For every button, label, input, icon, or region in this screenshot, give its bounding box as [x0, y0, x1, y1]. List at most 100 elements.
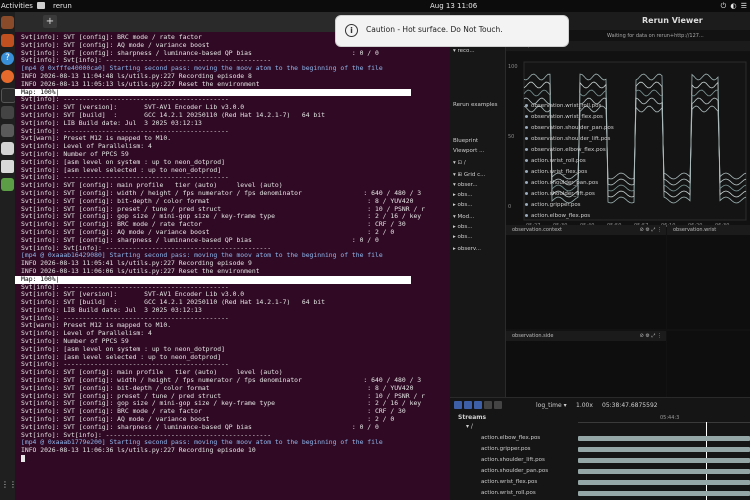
terminal-line: Svt[warn]: Preset M12 is mapped to M10. [21, 322, 172, 330]
y-tick-label: 100 [508, 64, 518, 70]
trash-icon[interactable] [1, 178, 14, 191]
new-tab-button[interactable]: + [43, 15, 57, 28]
stream-item[interactable]: action.gripper.pos [481, 446, 531, 452]
terminal-output: Svt[info]: SVT [config]: BRC mode / rate… [15, 34, 446, 463]
context-view-header[interactable]: observation.context ⊘ ⚙ ⤢ ⋮ [506, 225, 666, 235]
timeline-ruler [578, 422, 750, 423]
terminal-line: Svt[info]: SVT [config]: gop size / mini… [21, 400, 422, 408]
legend-item[interactable]: observation.shoulder_pan.pos [525, 125, 625, 131]
terminal-line: Svt[info]: SVT [config]: BRC mode / rate… [21, 221, 406, 229]
app-icon-3[interactable] [1, 160, 14, 173]
side-view-header[interactable]: observation.side ⊘ ⚙ ⤢ ⋮ [506, 331, 666, 341]
stream-item[interactable]: action.wrist_flex.pos [481, 479, 537, 485]
terminal-line: Svt[info]: Level of Parallelism: 4 [21, 330, 152, 338]
streams-root[interactable]: ▾ / [466, 423, 473, 430]
terminal-line: [mp4 @ 0xfffe40000ca0] Starting second p… [21, 65, 383, 73]
timeline-selector[interactable]: log_time ▾ [536, 402, 567, 409]
legend-item[interactable]: observation.elbow_flex.pos [525, 147, 625, 153]
editor-icon[interactable] [1, 106, 14, 119]
terminal-line: Svt[info]: SVT [config]: preset / tune /… [21, 205, 425, 213]
wrist-view-header[interactable]: observation.wrist [667, 225, 750, 235]
stream-data-bar[interactable] [578, 458, 750, 463]
stream-item[interactable]: action.shoulder_pan.pos [481, 468, 548, 474]
current-time[interactable]: 05:38:47.6875592 [602, 402, 658, 409]
app-icon[interactable] [1, 34, 14, 47]
legend-label: action.gripper.pos [531, 202, 581, 208]
loop-icon[interactable] [484, 401, 492, 409]
stream-data-bar[interactable] [578, 436, 750, 441]
context-view[interactable] [506, 235, 666, 329]
stream-data-bar[interactable] [578, 491, 750, 496]
tree-item[interactable]: ▸ obs... [453, 234, 472, 240]
legend-item[interactable]: action.elbow_flex.pos [525, 213, 625, 219]
y-tick-label: 50 [508, 134, 514, 140]
cursor [21, 455, 25, 463]
terminal-prompt[interactable] [21, 455, 446, 463]
legend-label: action.elbow_flex.pos [531, 213, 591, 219]
legend-item[interactable]: action.wrist_flex.pos [525, 169, 625, 175]
terminal-line: Svt[info]: SVT [config]: sharpness / lum… [21, 236, 379, 244]
tree-item[interactable]: ▾ Mod... [453, 214, 474, 220]
app-icon-2[interactable] [1, 124, 14, 137]
tree-item[interactable]: ▾ reco... [453, 48, 475, 54]
legend-label: action.shoulder_pan.pos [531, 180, 599, 186]
stream-item[interactable]: action.shoulder_lift.pos [481, 457, 545, 463]
step-forward-icon[interactable] [474, 401, 482, 409]
stream-item[interactable]: action.wrist_roll.pos [481, 490, 536, 496]
stream-data-bar[interactable] [578, 480, 750, 485]
app-menu[interactable]: rerun [53, 2, 72, 10]
progress-bar: Map: 100%| [15, 275, 411, 284]
stream-data-bar[interactable] [578, 469, 750, 474]
document-icon[interactable] [1, 142, 14, 155]
legend-item[interactable]: action.shoulder_pan.pos [525, 180, 625, 186]
tree-item[interactable]: Blueprint [453, 138, 478, 144]
step-back-icon[interactable] [454, 401, 462, 409]
terminal-line: Svt[info]: SVT [build] : GCC 14.2.1 2025… [21, 299, 325, 307]
side-view[interactable] [506, 341, 666, 397]
notification-toast[interactable]: i Caution - Hot surface. Do Not Touch. [335, 15, 569, 47]
terminal-line: Svt[info]: LIB Build date: Jul 3 2025 03… [21, 119, 202, 127]
tree-item[interactable]: ▾ ⊡ / [453, 160, 466, 166]
tree-item[interactable]: ▾ ⊞ Grid c... [453, 172, 485, 178]
stream-data-bar[interactable] [578, 447, 750, 452]
view-controls-icon[interactable]: ⊘ ⚙ ⤢ ⋮ [640, 225, 662, 235]
info-icon: i [345, 24, 358, 37]
rerun-viewer-window: Rerun Viewer ▾ Local ▾ reco...Rerun exam… [450, 12, 750, 500]
tree-item[interactable]: ▸ observ... [453, 246, 481, 252]
playback-speed[interactable]: 1.00x [576, 402, 593, 409]
files-icon[interactable] [1, 16, 14, 29]
terminal-line: Svt[info]: Number of PPCS 59 [21, 150, 129, 158]
tree-item[interactable]: ▸ obs... [453, 202, 472, 208]
follow-icon[interactable] [494, 401, 502, 409]
show-apps-icon[interactable]: ⋮⋮⋮ [1, 480, 25, 493]
activities-button[interactable]: Activities [1, 2, 33, 10]
tree-item[interactable]: Rerun examples [453, 102, 497, 108]
terminal-icon[interactable] [1, 88, 16, 103]
firefox-icon[interactable] [1, 70, 14, 83]
legend-item[interactable]: observation.wrist_flex.pos [525, 114, 625, 120]
terminal-line: Svt[info]: -----------------------------… [21, 174, 229, 182]
series-dot-icon [525, 170, 528, 173]
tree-item[interactable]: ▾ obser... [453, 182, 478, 188]
system-tray-icon[interactable]: ⏻ ◐ ☰ [721, 2, 748, 11]
legend-item[interactable]: action.shoulder_lift.pos [525, 191, 625, 197]
stream-item[interactable]: action.elbow_flex.pos [481, 435, 540, 441]
legend-item[interactable]: observation.wrist_roll.pos [525, 103, 625, 109]
clock[interactable]: Aug 13 11:06 [430, 2, 477, 10]
series-dot-icon [525, 148, 528, 151]
terminal-window[interactable]: Svt[info]: SVT [config]: BRC mode / rate… [15, 32, 450, 500]
view-controls-icon[interactable]: ⊘ ⚙ ⤢ ⋮ [640, 331, 662, 341]
legend-item[interactable]: observation.shoulder_lift.pos [525, 136, 625, 142]
legend-item[interactable]: action.wrist_roll.pos [525, 158, 625, 164]
help-icon[interactable]: ? [1, 52, 14, 65]
legend-label: action.wrist_flex.pos [531, 169, 588, 175]
legend-item[interactable]: action.gripper.pos [525, 202, 625, 208]
tree-item[interactable]: ▸ obs... [453, 192, 472, 198]
wrist-view[interactable] [667, 235, 750, 329]
terminal-line: Svt[info]: SVT [config]: sharpness / lum… [21, 423, 379, 431]
tree-item[interactable]: ▸ obs... [453, 224, 472, 230]
play-icon[interactable] [464, 401, 472, 409]
tree-item[interactable]: Viewport ... [453, 148, 484, 154]
terminal-line: Svt[info]: -----------------------------… [21, 314, 229, 322]
rerun-left-panel: ▾ Local ▾ reco...Rerun examplesBlueprint… [450, 30, 506, 397]
